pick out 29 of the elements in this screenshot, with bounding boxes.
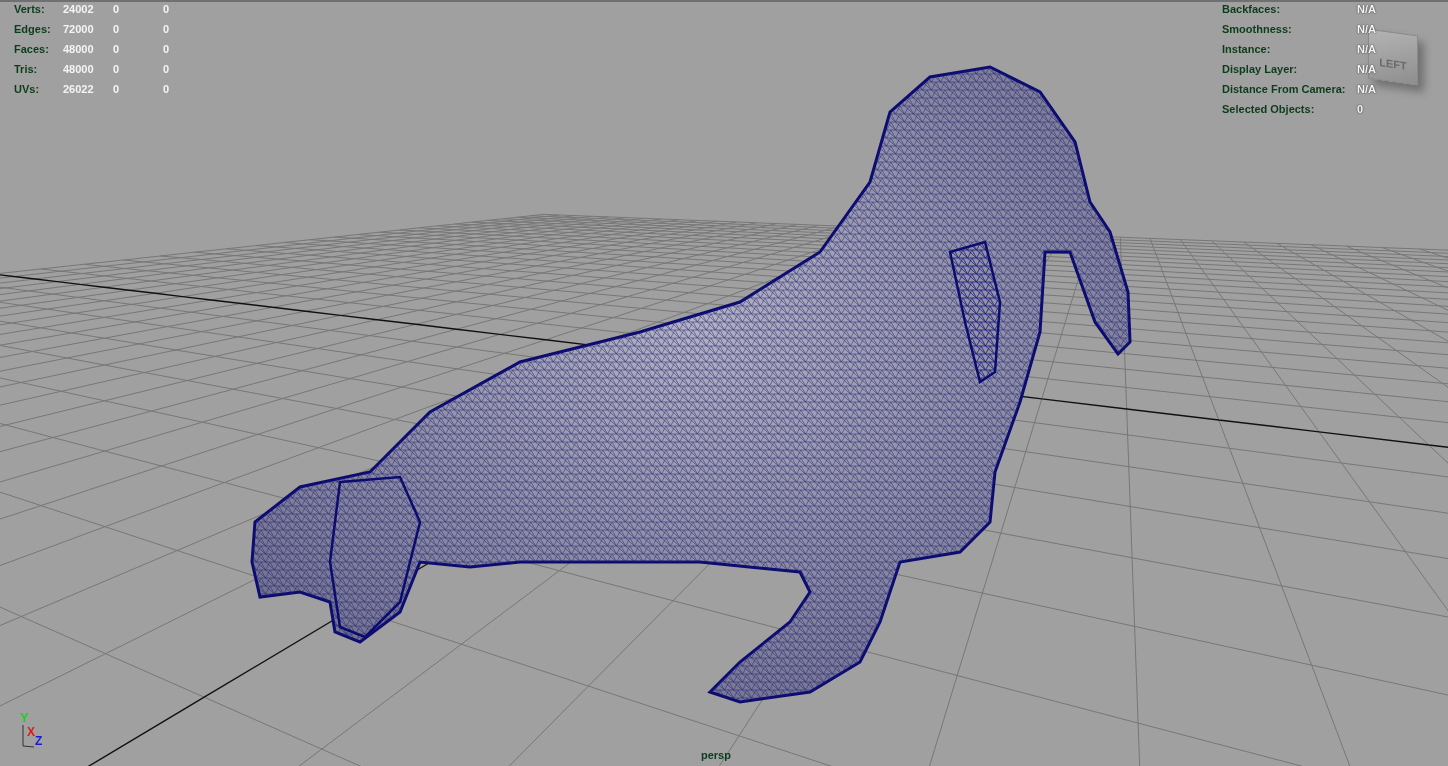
detail-label: Backfaces: bbox=[1222, 2, 1282, 16]
stat-value: 0 bbox=[163, 2, 171, 16]
stat-value: 72000 bbox=[63, 22, 95, 36]
detail-value: N/A bbox=[1357, 2, 1376, 16]
stat-label: Verts: bbox=[14, 2, 46, 16]
detail-label: Selected Objects: bbox=[1222, 102, 1316, 116]
detail-label: Distance From Camera: bbox=[1222, 82, 1347, 96]
stat-value: 24002 bbox=[63, 2, 95, 16]
stat-value: 0 bbox=[113, 2, 121, 16]
stat-value: 26022 bbox=[63, 82, 95, 96]
stat-value: 0 bbox=[163, 42, 171, 56]
stat-value: 0 bbox=[163, 62, 171, 76]
stat-value: 0 bbox=[113, 42, 121, 56]
stat-value: 48000 bbox=[63, 62, 95, 76]
stat-value: 0 bbox=[163, 22, 171, 36]
detail-label: Display Layer: bbox=[1222, 62, 1299, 76]
stat-label: UVs: bbox=[14, 82, 41, 96]
stat-label: Edges: bbox=[14, 22, 52, 36]
stat-value: 48000 bbox=[63, 42, 95, 56]
stat-value: 0 bbox=[113, 62, 121, 76]
detail-label: Smoothness: bbox=[1222, 22, 1293, 36]
stat-value: 0 bbox=[113, 82, 121, 96]
detail-label: Instance: bbox=[1222, 42, 1272, 56]
stat-label: Faces: bbox=[14, 42, 50, 56]
detail-value: 0 bbox=[1357, 102, 1364, 116]
stat-label: Tris: bbox=[14, 62, 39, 76]
stat-value: 0 bbox=[163, 82, 171, 96]
stat-value: 0 bbox=[113, 22, 121, 36]
camera-name: persp bbox=[701, 749, 731, 761]
